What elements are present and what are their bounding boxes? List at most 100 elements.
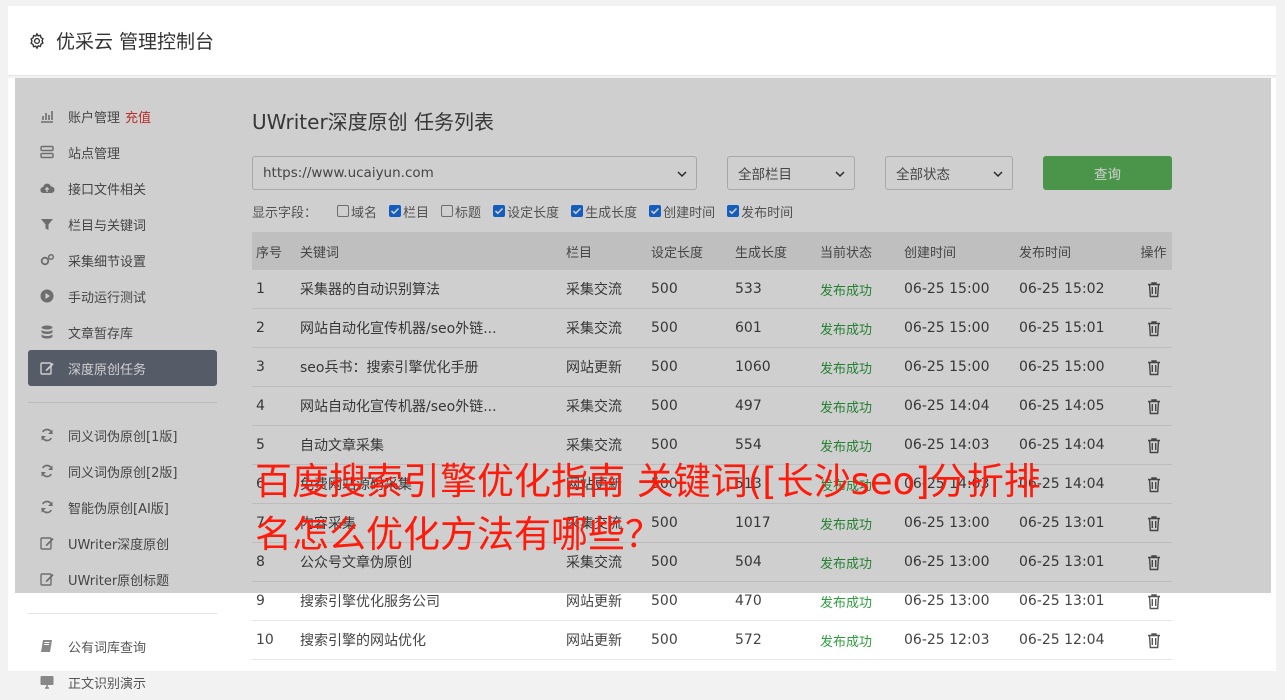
task-table: 序号 关键词 栏目 设定长度 生成长度 当前状态 创建时间 发布时间 操作 1 采集器的自动识别算… (252, 232, 1172, 660)
sidebar-item[interactable]: 正文识别演示 (28, 664, 217, 700)
field-checkbox[interactable]: 域名 (337, 202, 377, 221)
table-cell: 06-25 13:01 (1019, 593, 1105, 609)
sidebar-item-label: 同义词伪原创[2版] (68, 465, 178, 481)
table-cell: 533 (735, 281, 762, 297)
checkbox-checked-icon[interactable] (649, 205, 662, 217)
sidebar-item-label: 正文识别演示 (68, 676, 147, 692)
table-cell: 500 (651, 320, 678, 336)
sidebar-item[interactable]: UWriter深度原创 (28, 525, 217, 561)
sidebar-item-label: 文章暂存库 (68, 326, 134, 342)
filter-icon (39, 216, 55, 232)
sidebar-item[interactable]: 同义词伪原创[1版] (28, 417, 217, 453)
chevron-down-icon (677, 171, 687, 178)
table-cell: 500 (651, 281, 678, 297)
delete-button[interactable] (1135, 593, 1172, 610)
recharge-link[interactable]: 充值 (125, 107, 151, 126)
delete-button[interactable] (1135, 632, 1172, 649)
site-select[interactable]: https://www.ucaiyun.com (252, 156, 697, 190)
sidebar-item[interactable]: 接口文件相关 (28, 170, 217, 206)
refresh-icon (39, 463, 55, 479)
sidebar-item-label: 采集细节设置 (68, 254, 147, 270)
table-row: 9 搜索引擎优化服务公司 网站更新 500 470 发布成功 06-25 13:00 06-2… (252, 582, 1172, 621)
checkbox-checked-icon[interactable] (571, 205, 584, 217)
delete-button[interactable] (1135, 359, 1172, 376)
column-select[interactable]: 全部栏目 (727, 156, 855, 190)
checkbox-unchecked-icon[interactable] (441, 205, 454, 217)
sidebar-item[interactable]: 深度原创任务 (28, 350, 217, 386)
delete-button[interactable] (1135, 281, 1172, 298)
refresh-icon (39, 427, 55, 443)
field-checkbox[interactable]: 栏目 (389, 202, 429, 221)
field-checkbox-label: 标题 (455, 205, 482, 221)
sidebar-item[interactable]: 智能伪原创[AI版] (28, 489, 217, 525)
table-header: 序号 关键词 栏目 设定长度 生成长度 当前状态 创建时间 发布时间 操作 (252, 232, 1172, 270)
trash-icon[interactable] (1146, 632, 1162, 649)
checkbox-unchecked-icon[interactable] (337, 205, 350, 217)
refresh-icon (41, 428, 53, 442)
trash-icon[interactable] (1146, 554, 1162, 571)
chevron-down-icon (993, 171, 1003, 178)
trash-icon[interactable] (1146, 593, 1162, 610)
sidebar-item[interactable]: 文章暂存库 (28, 314, 217, 350)
sidebar-item-label: 同义词伪原创[1版] (68, 429, 178, 445)
checkbox-checked-icon[interactable] (389, 205, 402, 217)
monitor-icon (40, 676, 54, 689)
column-header: 设定长度 (651, 245, 704, 261)
gear-icon (30, 32, 44, 49)
edit-icon (39, 535, 55, 551)
column-header: 序号 (256, 245, 283, 261)
delete-button[interactable] (1135, 398, 1172, 415)
trash-icon[interactable] (1146, 320, 1162, 337)
sidebar-item[interactable]: 手动运行测试 (28, 278, 217, 314)
table-cell: 采集交流 (566, 399, 622, 415)
field-checkbox[interactable]: 标题 (441, 202, 481, 221)
sidebar-item-label: 智能伪原创[AI版] (68, 501, 169, 517)
delete-button[interactable] (1135, 476, 1172, 493)
trash-icon[interactable] (1146, 515, 1162, 532)
filter-icon (41, 219, 53, 230)
trash-icon[interactable] (1146, 281, 1162, 298)
trash-icon[interactable] (1146, 398, 1162, 415)
checkbox-checked-icon[interactable] (493, 205, 506, 217)
table-cell: 10 (256, 632, 274, 648)
sidebar-item[interactable]: UWriter原创标题 (28, 561, 217, 597)
table-cell: 06-25 12:04 (1019, 632, 1105, 648)
sidebar-item[interactable]: 站点管理 (28, 134, 217, 170)
cloud-upload-icon (39, 180, 55, 196)
page-title: UWriter深度原创 任务列表 (252, 110, 495, 134)
query-button[interactable]: 查询 (1043, 156, 1172, 190)
database-icon (39, 324, 55, 340)
book-icon (41, 640, 52, 652)
status-text: 发布成功 (820, 595, 873, 611)
sidebar-item[interactable]: 公有词库查询 (28, 628, 217, 664)
field-checkbox[interactable]: 创建时间 (649, 202, 715, 221)
sidebar-item[interactable]: 采集细节设置 (28, 242, 217, 278)
table-row: 10 搜索引擎的网站优化 网站更新 500 572 发布成功 06-25 12:03 06-2… (252, 621, 1172, 660)
status-text: 发布成功 (820, 283, 873, 299)
trash-icon[interactable] (1146, 476, 1162, 493)
field-checkbox[interactable]: 设定长度 (493, 202, 559, 221)
table-cell: 500 (651, 398, 678, 414)
field-checkbox[interactable]: 发布时间 (727, 202, 793, 221)
sidebar-item-label: 账户管理 (68, 110, 121, 126)
column-header: 当前状态 (820, 245, 873, 261)
table-cell: 06-25 14:04 (1019, 437, 1105, 453)
status-select[interactable]: 全部状态 (885, 156, 1013, 190)
edit-icon (39, 360, 55, 376)
delete-button[interactable] (1135, 554, 1172, 571)
table-cell: 自动文章采集 (300, 438, 384, 454)
status-text: 发布成功 (820, 400, 873, 416)
delete-button[interactable] (1135, 515, 1172, 532)
sidebar-item[interactable]: 同义词伪原创[2版] (28, 453, 217, 489)
table-cell: 470 (735, 593, 762, 609)
delete-button[interactable] (1135, 320, 1172, 337)
sidebar-item[interactable]: 栏目与关键词 (28, 206, 217, 242)
table-cell: 采集交流 (566, 282, 622, 298)
field-checkbox[interactable]: 生成长度 (571, 202, 637, 221)
checkbox-checked-icon[interactable] (727, 205, 740, 217)
trash-icon[interactable] (1146, 359, 1162, 376)
delete-button[interactable] (1135, 437, 1172, 454)
trash-icon[interactable] (1146, 437, 1162, 454)
edit-icon (40, 537, 54, 550)
sidebar-item[interactable]: 账户管理 充值 (28, 98, 217, 134)
